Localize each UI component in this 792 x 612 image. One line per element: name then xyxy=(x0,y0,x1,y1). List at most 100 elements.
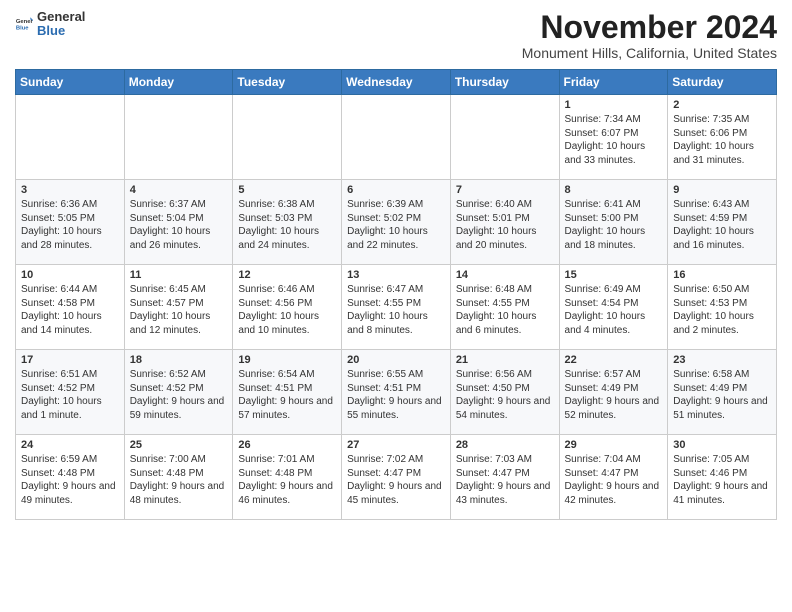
day-info: Sunrise: 6:58 AM Sunset: 4:49 PM Dayligh… xyxy=(673,368,771,422)
weekday-header-thursday: Thursday xyxy=(450,70,559,95)
calendar-week-3: 10Sunrise: 6:44 AM Sunset: 4:58 PM Dayli… xyxy=(16,265,777,350)
day-number: 22 xyxy=(565,354,663,366)
calendar-cell xyxy=(450,95,559,180)
day-info: Sunrise: 7:01 AM Sunset: 4:48 PM Dayligh… xyxy=(238,453,336,507)
calendar-cell: 18 Sunrise: 6:52 AM Sunset: 4:52 PM Dayli… xyxy=(124,350,233,435)
logo-icon: General Blue xyxy=(15,15,33,33)
day-info: Sunrise: 6:50 AM Sunset: 4:53 PM Dayligh… xyxy=(673,283,771,337)
day-number: 1 xyxy=(565,99,663,111)
day-number: 8 xyxy=(565,184,663,196)
calendar-week-4: 17 Sunrise: 6:51 AM Sunset: 4:52 PM Dayli… xyxy=(16,350,777,435)
calendar-cell: 11Sunrise: 6:45 AM Sunset: 4:57 PM Dayli… xyxy=(124,265,233,350)
day-number: 28 xyxy=(456,439,554,451)
day-number: 21 xyxy=(456,354,554,366)
day-number: 15 xyxy=(565,269,663,281)
day-number: 2 xyxy=(673,99,771,111)
title-area: November 2024 Monument Hills, California… xyxy=(522,10,777,61)
day-info: Sunrise: 6:44 AM Sunset: 4:58 PM Dayligh… xyxy=(21,283,119,337)
logo-general-text: General xyxy=(37,10,85,24)
day-number: 5 xyxy=(238,184,336,196)
day-info: Sunrise: 7:02 AM Sunset: 4:47 PM Dayligh… xyxy=(347,453,445,507)
calendar-cell: 30 Sunrise: 7:05 AM Sunset: 4:46 PM Dayli… xyxy=(668,435,777,520)
calendar-cell: 29 Sunrise: 7:04 AM Sunset: 4:47 PM Dayli… xyxy=(559,435,668,520)
calendar-week-1: 1Sunrise: 7:34 AM Sunset: 6:07 PM Daylig… xyxy=(16,95,777,180)
calendar-cell xyxy=(233,95,342,180)
calendar-cell: 5Sunrise: 6:38 AM Sunset: 5:03 PM Daylig… xyxy=(233,180,342,265)
day-number: 12 xyxy=(238,269,336,281)
day-info: Sunrise: 6:47 AM Sunset: 4:55 PM Dayligh… xyxy=(347,283,445,337)
calendar-cell: 19Sunrise: 6:54 AM Sunset: 4:51 PM Dayli… xyxy=(233,350,342,435)
calendar-cell xyxy=(342,95,451,180)
day-info: Sunrise: 6:55 AM Sunset: 4:51 PM Dayligh… xyxy=(347,368,445,422)
calendar-header: SundayMondayTuesdayWednesdayThursdayFrid… xyxy=(16,70,777,95)
calendar-cell: 3 Sunrise: 6:36 AM Sunset: 5:05 PM Daylig… xyxy=(16,180,125,265)
logo-blue-text: Blue xyxy=(37,24,85,38)
calendar-cell: 21Sunrise: 6:56 AM Sunset: 4:50 PM Dayli… xyxy=(450,350,559,435)
calendar-cell: 27 Sunrise: 7:02 AM Sunset: 4:47 PM Dayli… xyxy=(342,435,451,520)
day-number: 30 xyxy=(673,439,771,451)
day-number: 6 xyxy=(347,184,445,196)
calendar-cell: 16Sunrise: 6:50 AM Sunset: 4:53 PM Dayli… xyxy=(668,265,777,350)
calendar-week-5: 24 Sunrise: 6:59 AM Sunset: 4:48 PM Dayli… xyxy=(16,435,777,520)
day-number: 29 xyxy=(565,439,663,451)
calendar-cell: 17 Sunrise: 6:51 AM Sunset: 4:52 PM Dayli… xyxy=(16,350,125,435)
day-info: Sunrise: 6:54 AM Sunset: 4:51 PM Dayligh… xyxy=(238,368,336,422)
calendar-cell: 23 Sunrise: 6:58 AM Sunset: 4:49 PM Dayli… xyxy=(668,350,777,435)
day-number: 24 xyxy=(21,439,119,451)
day-info: Sunrise: 7:05 AM Sunset: 4:46 PM Dayligh… xyxy=(673,453,771,507)
calendar-cell: 14Sunrise: 6:48 AM Sunset: 4:55 PM Dayli… xyxy=(450,265,559,350)
calendar-cell xyxy=(16,95,125,180)
day-info: Sunrise: 6:51 AM Sunset: 4:52 PM Dayligh… xyxy=(21,368,119,422)
calendar-cell: 6Sunrise: 6:39 AM Sunset: 5:02 PM Daylig… xyxy=(342,180,451,265)
day-info: Sunrise: 6:49 AM Sunset: 4:54 PM Dayligh… xyxy=(565,283,663,337)
day-number: 11 xyxy=(130,269,228,281)
calendar-week-2: 3 Sunrise: 6:36 AM Sunset: 5:05 PM Daylig… xyxy=(16,180,777,265)
calendar-cell: 24 Sunrise: 6:59 AM Sunset: 4:48 PM Dayli… xyxy=(16,435,125,520)
day-number: 13 xyxy=(347,269,445,281)
day-info: Sunrise: 6:52 AM Sunset: 4:52 PM Dayligh… xyxy=(130,368,228,422)
month-title: November 2024 xyxy=(522,10,777,45)
day-info: Sunrise: 6:37 AM Sunset: 5:04 PM Dayligh… xyxy=(130,198,228,252)
weekday-header-tuesday: Tuesday xyxy=(233,70,342,95)
calendar-cell xyxy=(124,95,233,180)
day-number: 18 xyxy=(130,354,228,366)
weekday-header-friday: Friday xyxy=(559,70,668,95)
weekday-header-saturday: Saturday xyxy=(668,70,777,95)
header: General Blue General Blue November 2024 … xyxy=(15,10,777,61)
day-info: Sunrise: 6:46 AM Sunset: 4:56 PM Dayligh… xyxy=(238,283,336,337)
calendar-cell: 12 Sunrise: 6:46 AM Sunset: 4:56 PM Dayli… xyxy=(233,265,342,350)
calendar-table: SundayMondayTuesdayWednesdayThursdayFrid… xyxy=(15,69,777,520)
calendar-cell: 9Sunrise: 6:43 AM Sunset: 4:59 PM Daylig… xyxy=(668,180,777,265)
calendar-cell: 2 Sunrise: 7:35 AM Sunset: 6:06 PM Daylig… xyxy=(668,95,777,180)
location-subtitle: Monument Hills, California, United State… xyxy=(522,45,777,61)
day-info: Sunrise: 6:59 AM Sunset: 4:48 PM Dayligh… xyxy=(21,453,119,507)
weekday-header-row: SundayMondayTuesdayWednesdayThursdayFrid… xyxy=(16,70,777,95)
calendar-body: 1Sunrise: 7:34 AM Sunset: 6:07 PM Daylig… xyxy=(16,95,777,520)
day-info: Sunrise: 6:36 AM Sunset: 5:05 PM Dayligh… xyxy=(21,198,119,252)
day-info: Sunrise: 7:03 AM Sunset: 4:47 PM Dayligh… xyxy=(456,453,554,507)
calendar-cell: 1Sunrise: 7:34 AM Sunset: 6:07 PM Daylig… xyxy=(559,95,668,180)
day-info: Sunrise: 7:35 AM Sunset: 6:06 PM Dayligh… xyxy=(673,113,771,167)
calendar-cell: 8Sunrise: 6:41 AM Sunset: 5:00 PM Daylig… xyxy=(559,180,668,265)
day-number: 27 xyxy=(347,439,445,451)
calendar-cell: 25Sunrise: 7:00 AM Sunset: 4:48 PM Dayli… xyxy=(124,435,233,520)
svg-text:General: General xyxy=(16,19,33,25)
day-number: 4 xyxy=(130,184,228,196)
weekday-header-monday: Monday xyxy=(124,70,233,95)
calendar-cell: 10Sunrise: 6:44 AM Sunset: 4:58 PM Dayli… xyxy=(16,265,125,350)
calendar-cell: 26 Sunrise: 7:01 AM Sunset: 4:48 PM Dayli… xyxy=(233,435,342,520)
calendar-cell: 22 Sunrise: 6:57 AM Sunset: 4:49 PM Dayli… xyxy=(559,350,668,435)
day-number: 26 xyxy=(238,439,336,451)
day-number: 23 xyxy=(673,354,771,366)
day-info: Sunrise: 7:04 AM Sunset: 4:47 PM Dayligh… xyxy=(565,453,663,507)
day-info: Sunrise: 6:40 AM Sunset: 5:01 PM Dayligh… xyxy=(456,198,554,252)
day-number: 3 xyxy=(21,184,119,196)
day-number: 7 xyxy=(456,184,554,196)
day-info: Sunrise: 6:57 AM Sunset: 4:49 PM Dayligh… xyxy=(565,368,663,422)
calendar-cell: 13 Sunrise: 6:47 AM Sunset: 4:55 PM Dayli… xyxy=(342,265,451,350)
day-number: 17 xyxy=(21,354,119,366)
calendar-cell: 28 Sunrise: 7:03 AM Sunset: 4:47 PM Dayli… xyxy=(450,435,559,520)
calendar-cell: 20Sunrise: 6:55 AM Sunset: 4:51 PM Dayli… xyxy=(342,350,451,435)
svg-text:Blue: Blue xyxy=(16,26,29,32)
day-info: Sunrise: 6:48 AM Sunset: 4:55 PM Dayligh… xyxy=(456,283,554,337)
